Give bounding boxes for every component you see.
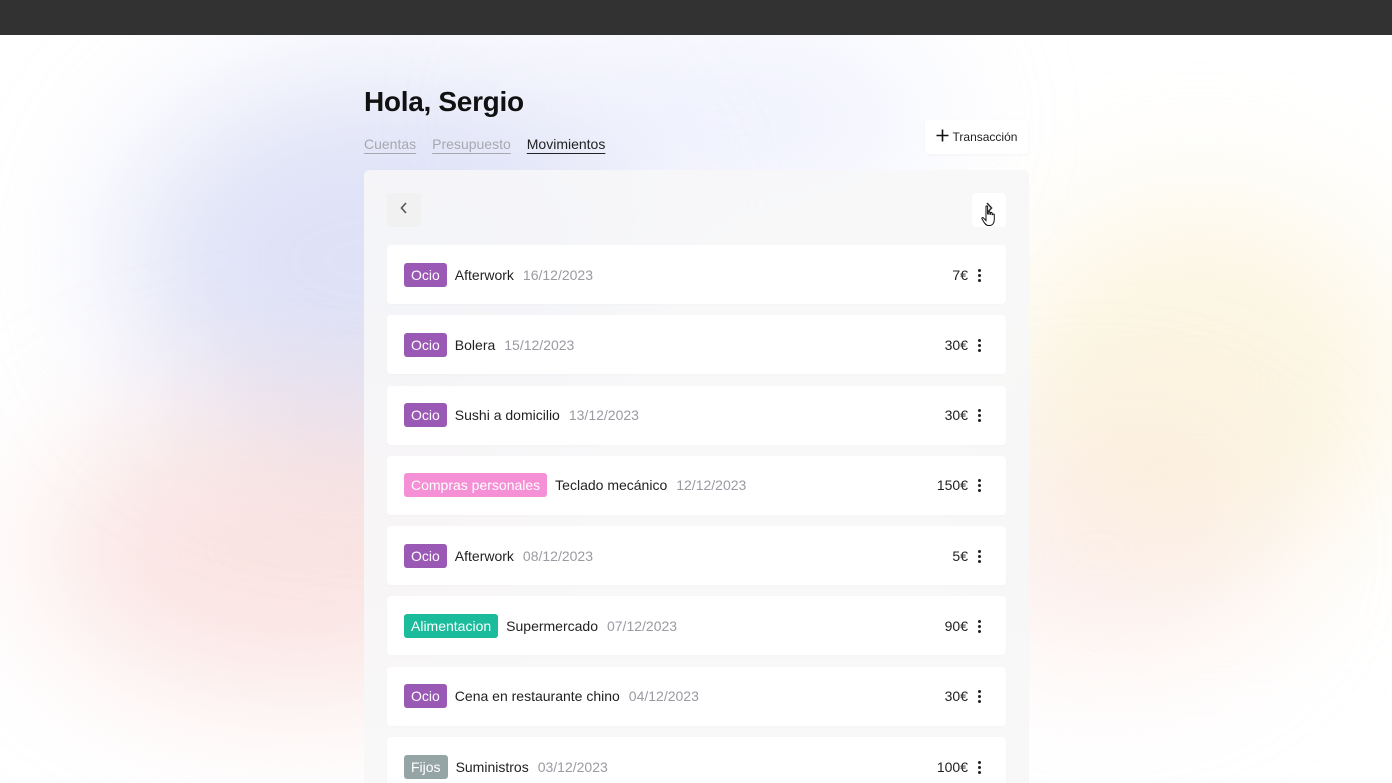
transaction-amount: 30€ [944, 336, 968, 353]
transaction-amount: 30€ [944, 407, 968, 424]
transaction-row[interactable]: Ocio Bolera 15/12/2023 30€ [387, 315, 1006, 375]
transaction-row[interactable]: Ocio Afterwork 08/12/2023 5€ [387, 526, 1006, 586]
more-options-icon[interactable] [974, 478, 984, 493]
transaction-row[interactable]: Alimentacion Supermercado 07/12/2023 90€ [387, 596, 1006, 656]
transaction-name: Teclado mecánico [555, 477, 668, 494]
more-options-icon[interactable] [974, 689, 984, 704]
transaction-amount: 150€ [936, 477, 968, 494]
transaction-date: 13/12/2023 [568, 407, 639, 424]
transaction-date: 16/12/2023 [522, 266, 593, 283]
more-options-icon[interactable] [974, 268, 984, 282]
transaction-date: 04/12/2023 [628, 688, 699, 705]
transaction-amount: 5€ [952, 547, 968, 564]
transactions-list: Ocio Afterwork 16/12/2023 7€ Ocio Bolera… [387, 245, 1006, 783]
transaction-amount: 7€ [952, 266, 968, 283]
transaction-name: Cena en restaurante chino [454, 688, 620, 705]
transactions-panel: Ocio Afterwork 16/12/2023 7€ Ocio Bolera… [364, 170, 1029, 783]
transaction-row[interactable]: Compras personales Teclado mecánico 12/1… [387, 455, 1006, 515]
transaction-date: 08/12/2023 [522, 547, 593, 564]
category-badge: Ocio [404, 684, 447, 709]
transaction-amount: 100€ [936, 758, 968, 775]
transaction-row[interactable]: Ocio Sushi a domicilio 13/12/2023 30€ [387, 385, 1006, 445]
previous-page-button[interactable] [387, 193, 421, 227]
tab-movimientos[interactable]: Movimientos [527, 136, 606, 152]
transaction-date: 15/12/2023 [504, 336, 575, 353]
category-badge: Fijos [404, 754, 448, 779]
transaction-name: Bolera [454, 336, 496, 353]
transaction-date: 12/12/2023 [676, 477, 747, 494]
chevron-left-icon [399, 201, 409, 220]
category-badge: Ocio [404, 543, 447, 568]
top-bar [0, 0, 1392, 35]
category-badge: Compras personales [404, 473, 548, 498]
more-options-icon[interactable] [974, 408, 984, 423]
category-badge: Alimentacion [404, 613, 499, 638]
transaction-date: 03/12/2023 [537, 758, 608, 775]
page-title: Hola, Sergio [364, 86, 524, 117]
add-transaction-label: Transacción [952, 130, 1018, 144]
more-options-icon[interactable] [974, 549, 984, 563]
transaction-date: 07/12/2023 [606, 617, 678, 634]
main-content: Hola, Sergio Cuentas Presupuesto Movimie… [0, 0, 1392, 783]
more-options-icon[interactable] [974, 619, 984, 633]
transaction-amount: 90€ [944, 617, 968, 634]
tab-cuentas[interactable]: Cuentas [364, 136, 416, 152]
more-options-icon[interactable] [974, 760, 984, 774]
transaction-amount: 30€ [944, 688, 968, 705]
tab-presupuesto[interactable]: Presupuesto [432, 136, 511, 152]
transaction-name: Afterwork [454, 547, 514, 564]
transaction-row[interactable]: Ocio Cena en restaurante chino 04/12/202… [387, 666, 1006, 726]
add-transaction-button[interactable]: Transacción [925, 120, 1028, 154]
category-badge: Ocio [404, 403, 447, 428]
transaction-row[interactable]: Fijos Suministros 03/12/2023 100€ [387, 737, 1006, 783]
hand-cursor-icon [981, 205, 997, 232]
more-options-icon[interactable] [974, 338, 984, 352]
transaction-row[interactable]: Ocio Afterwork 16/12/2023 7€ [387, 245, 1006, 304]
transaction-name: Sushi a domicilio [454, 407, 560, 424]
transaction-name: Supermercado [506, 617, 598, 634]
tabs-nav: Cuentas Presupuesto Movimientos [364, 136, 605, 152]
plus-icon [936, 126, 949, 146]
transaction-name: Suministros [455, 758, 529, 775]
category-badge: Ocio [404, 332, 447, 357]
transaction-name: Afterwork [454, 266, 514, 283]
category-badge: Ocio [404, 262, 447, 287]
